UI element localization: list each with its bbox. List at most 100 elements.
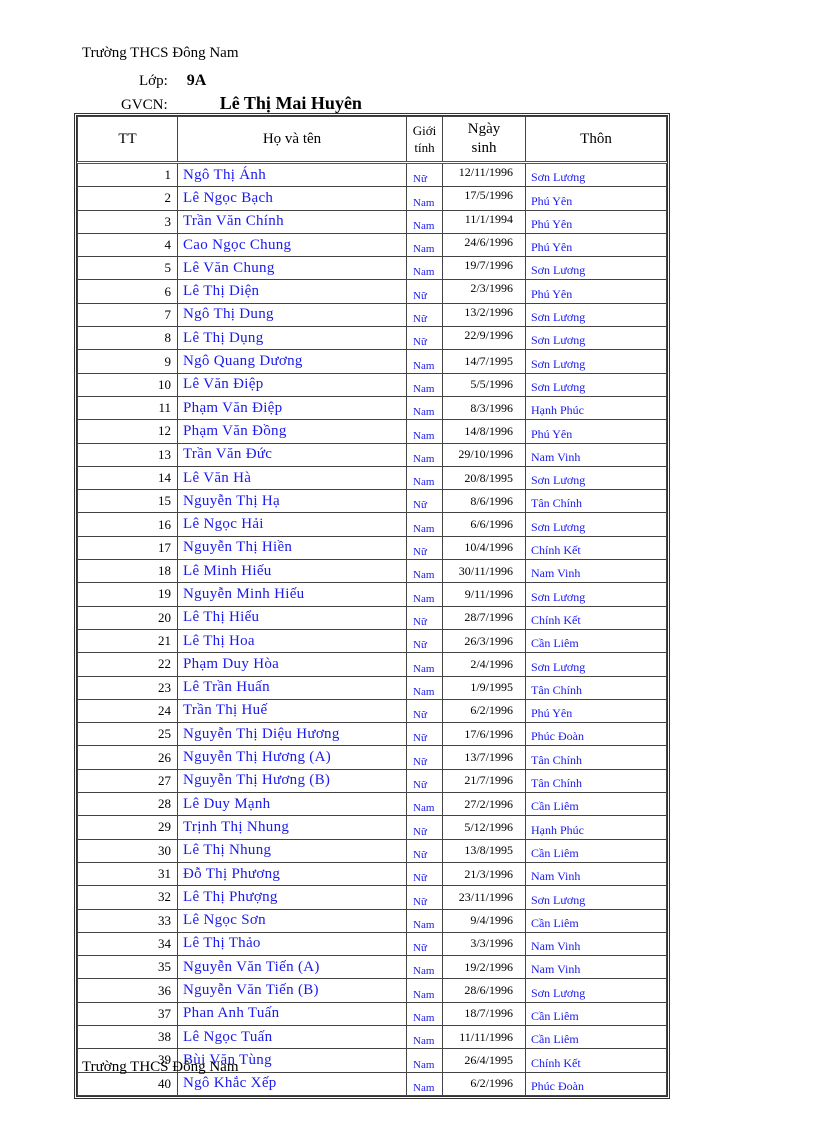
student-dob: 22/9/1996 — [442, 326, 526, 351]
student-village: Sơn Lương — [525, 326, 667, 351]
student-village: Chính Kết — [525, 1048, 667, 1073]
student-dob: 17/5/1996 — [442, 186, 526, 211]
row-number: 2 — [77, 186, 178, 211]
table-row: 22 Phạm Duy Hòa Nam 2/4/1996 Sơn Lương — [77, 652, 667, 677]
table-row: 4 Cao Ngọc Chung Nam 24/6/1996 Phú Yên — [77, 232, 667, 258]
student-village: Cần Liêm — [525, 1001, 667, 1026]
table-row: 10 Lê Văn Điệp Nam 5/5/1996 Sơn Lương — [77, 372, 667, 397]
row-number: 10 — [77, 372, 178, 397]
student-dob: 8/6/1996 — [442, 489, 526, 514]
student-village: Sơn Lương — [525, 465, 667, 491]
student-village: Sơn Lương — [525, 161, 667, 188]
student-name: Lê Ngọc Tuấn — [177, 1024, 407, 1050]
table-row: 6 Lê Thị Diện Nữ 2/3/1996 Phú Yên — [77, 279, 667, 304]
student-name: Lê Văn Chung — [177, 256, 407, 281]
student-village: Sơn Lương — [525, 652, 667, 677]
student-village: Cần Liêm — [525, 1024, 667, 1050]
student-dob: 30/11/1996 — [442, 559, 526, 584]
table-row: 36 Nguyễn Văn Tiến (B) Nam 28/6/1996 Sơn Lươ… — [77, 978, 667, 1003]
student-village: Phú Yên — [525, 698, 667, 724]
student-gender: Nữ — [406, 535, 443, 561]
col-header-gender-line2: tính — [414, 140, 435, 155]
student-dob: 5/5/1996 — [442, 372, 526, 397]
student-name: Lê Duy Mạnh — [177, 792, 407, 817]
row-number: 9 — [77, 349, 178, 374]
col-header-dob: Ngày sinh — [442, 116, 526, 164]
student-gender: Nam — [406, 372, 443, 397]
row-number: 30 — [77, 838, 178, 863]
table-row: 16 Lê Ngọc Hải Nam 6/6/1996 Sơn Lương — [77, 512, 667, 537]
student-name: Lê Văn Hà — [177, 465, 407, 491]
student-village: Sơn Lương — [525, 885, 667, 910]
student-gender: Nam — [406, 256, 443, 281]
student-village: Sơn Lương — [525, 302, 667, 328]
student-dob: 8/3/1996 — [442, 395, 526, 421]
student-village: Cần Liêm — [525, 838, 667, 863]
table-row: 18 Lê Minh Hiếu Nam 30/11/1996 Nam Vinh — [77, 559, 667, 584]
student-name: Lê Thị Nhung — [177, 838, 407, 863]
student-village: Nam Vinh — [525, 559, 667, 584]
student-gender: Nữ — [406, 628, 443, 654]
student-table: TT Họ và tên Giới tính Ngày sinh Thôn 1N… — [77, 116, 667, 1096]
student-dob: 9/11/1996 — [442, 582, 526, 607]
student-gender: Nam — [406, 582, 443, 607]
row-number: 1 — [77, 161, 178, 188]
row-number: 28 — [77, 792, 178, 817]
student-name: Ngô Quang Dương — [177, 349, 407, 374]
row-number: 12 — [77, 419, 178, 444]
table-row: 11 Phạm Văn Điệp Nam 8/3/1996 Hạnh Phúc — [77, 395, 667, 421]
student-dob: 18/7/1996 — [442, 1001, 526, 1026]
student-name: Lê Ngọc Bạch — [177, 186, 407, 211]
student-dob: 28/6/1996 — [442, 978, 526, 1003]
school-name-header: Trường THCS Đông Nam — [82, 45, 239, 61]
teacher-name: Lê Thị Mai Huyên — [219, 93, 362, 113]
row-number: 7 — [77, 302, 178, 328]
row-number: 25 — [77, 722, 178, 747]
row-number: 26 — [77, 745, 178, 770]
student-village: Cần Liêm — [525, 628, 667, 654]
row-number: 17 — [77, 535, 178, 561]
student-dob: 13/8/1995 — [442, 838, 526, 863]
student-name: Nguyễn Văn Tiến (A) — [177, 955, 407, 980]
table-row: 29 Trịnh Thị Nhung Nữ 5/12/1996 Hạnh Phúc — [77, 815, 667, 840]
row-number: 20 — [77, 605, 178, 630]
student-gender: Nữ — [406, 489, 443, 514]
student-gender: Nữ — [406, 745, 443, 770]
student-village: Phú Yên — [525, 209, 667, 234]
table-row: 1 Ngô Thị Ánh Nữ 12/11/1996 Sơn Lương — [77, 161, 667, 188]
row-number: 36 — [77, 978, 178, 1003]
student-dob: 14/7/1995 — [442, 349, 526, 374]
student-gender: Nam — [406, 1024, 443, 1050]
student-village: Sơn Lương — [525, 582, 667, 607]
student-name: Trịnh Thị Nhung — [177, 815, 407, 840]
col-header-tt: TT — [77, 116, 178, 164]
student-name: Trần Văn Đức — [177, 442, 407, 467]
student-dob: 6/2/1996 — [442, 1071, 526, 1096]
student-gender: Nam — [406, 955, 443, 980]
student-name: Lê Thị Phượng — [177, 885, 407, 910]
student-gender: Nam — [406, 232, 443, 258]
student-dob: 13/7/1996 — [442, 745, 526, 770]
student-gender: Nữ — [406, 302, 443, 328]
student-gender: Nữ — [406, 161, 443, 188]
row-number: 37 — [77, 1001, 178, 1026]
student-name: Phạm Văn Điệp — [177, 395, 407, 421]
row-number: 16 — [77, 512, 178, 537]
table-row: 31 Đỗ Thị Phương Nữ 21/3/1996 Nam Vinh — [77, 861, 667, 887]
student-gender: Nam — [406, 908, 443, 933]
student-village: Sơn Lương — [525, 256, 667, 281]
student-name: Lê Trần Huấn — [177, 675, 407, 700]
student-dob: 19/7/1996 — [442, 256, 526, 281]
student-village: Phú Yên — [525, 419, 667, 444]
student-dob: 19/2/1996 — [442, 955, 526, 980]
student-name: Trần Văn Chính — [177, 209, 407, 234]
table-row: 35 Nguyễn Văn Tiến (A) Nam 19/2/1996 Nam Vin… — [77, 955, 667, 980]
student-village: Hạnh Phúc — [525, 815, 667, 840]
row-number: 8 — [77, 326, 178, 351]
student-gender: Nam — [406, 512, 443, 537]
row-number: 13 — [77, 442, 178, 467]
col-header-name: Họ và tên — [177, 116, 407, 164]
teacher-label: GVCN: — [121, 97, 168, 113]
student-gender: Nữ — [406, 931, 443, 957]
student-village: Phú Yên — [525, 186, 667, 211]
